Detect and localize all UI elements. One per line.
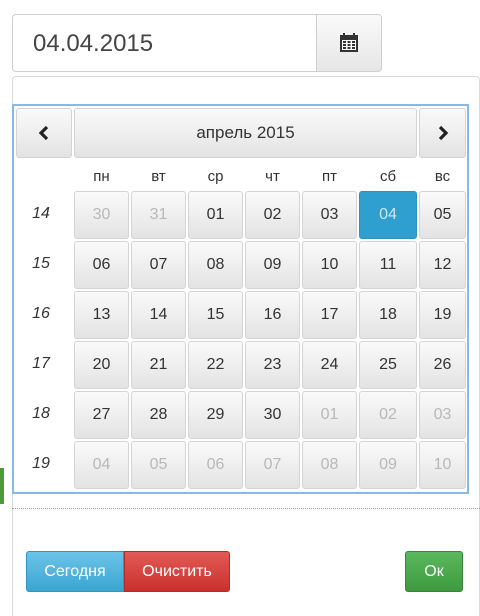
weekday-header: чт [265,168,280,185]
today-button[interactable]: Сегодня [26,551,124,592]
day-cell[interactable]: 08 [188,241,243,289]
day-cell[interactable]: 09 [245,241,300,289]
day-cell[interactable]: 07 [245,441,300,489]
calendar-icon [340,33,358,52]
weekday-header: ср [207,168,224,185]
weekday-header: сб [379,168,397,185]
day-cell[interactable]: 04 [74,441,129,489]
week-number: 15 [32,255,50,272]
day-cell[interactable]: 02 [359,391,417,439]
day-cell[interactable]: 30 [245,391,300,439]
day-cell[interactable]: 06 [74,241,129,289]
weekday-header: пт [322,168,337,185]
day-cell[interactable]: 09 [359,441,417,489]
day-cell[interactable]: 05 [131,441,186,489]
date-input[interactable]: 04.04.2015 [12,14,316,72]
day-cell[interactable]: 22 [188,341,243,389]
day-cell[interactable]: 27 [74,391,129,439]
week-number: 14 [32,205,50,222]
day-cell[interactable]: 08 [302,441,357,489]
month-title[interactable]: апрель 2015 [74,108,417,158]
day-cell[interactable]: 03 [302,191,357,239]
day-cell[interactable]: 01 [188,191,243,239]
week-number: 19 [32,455,50,472]
day-cell[interactable]: 24 [302,341,357,389]
side-accent [0,468,4,504]
ok-button[interactable]: Ок [405,551,463,592]
chevron-left-icon [38,125,49,141]
day-cell[interactable]: 30 [74,191,129,239]
weekday-header: вт [151,168,166,185]
week-number: 16 [32,305,50,322]
clear-button[interactable]: Очистить [124,551,230,592]
day-cell[interactable]: 25 [359,341,417,389]
day-cell[interactable]: 19 [419,291,466,339]
day-cell[interactable]: 03 [419,391,466,439]
calendar-toggle-button[interactable] [316,14,382,72]
day-cell[interactable]: 20 [74,341,129,389]
day-cell[interactable]: 01 [302,391,357,439]
day-cell-selected[interactable]: 04 [359,191,417,239]
day-cell[interactable]: 05 [419,191,466,239]
week-number: 17 [32,355,50,372]
day-cell[interactable]: 23 [245,341,300,389]
day-cell[interactable]: 29 [188,391,243,439]
day-cell[interactable]: 10 [419,441,466,489]
day-cell[interactable]: 14 [131,291,186,339]
day-cell[interactable]: 31 [131,191,186,239]
calendar-panel: апрель 2015 пн вт ср чт пт сб вс 14 30 31 01 02 03 04… [12,104,469,494]
day-cell[interactable]: 02 [245,191,300,239]
day-cell[interactable]: 06 [188,441,243,489]
prev-month-button[interactable] [16,108,72,158]
next-month-button[interactable] [419,108,466,158]
week-number: 18 [32,405,50,422]
footer-divider [12,508,480,509]
day-cell[interactable]: 10 [302,241,357,289]
chevron-right-icon [438,125,448,141]
day-cell[interactable]: 28 [131,391,186,439]
day-cell[interactable]: 11 [359,241,417,289]
day-cell[interactable]: 21 [131,341,186,389]
day-cell[interactable]: 13 [74,291,129,339]
day-cell[interactable]: 18 [359,291,417,339]
weekday-header: пн [93,168,110,185]
weekday-header: вс [434,168,451,185]
day-cell[interactable]: 07 [131,241,186,289]
day-cell[interactable]: 26 [419,341,466,389]
day-cell[interactable]: 15 [188,291,243,339]
day-cell[interactable]: 16 [245,291,300,339]
day-cell[interactable]: 12 [419,241,466,289]
day-cell[interactable]: 17 [302,291,357,339]
